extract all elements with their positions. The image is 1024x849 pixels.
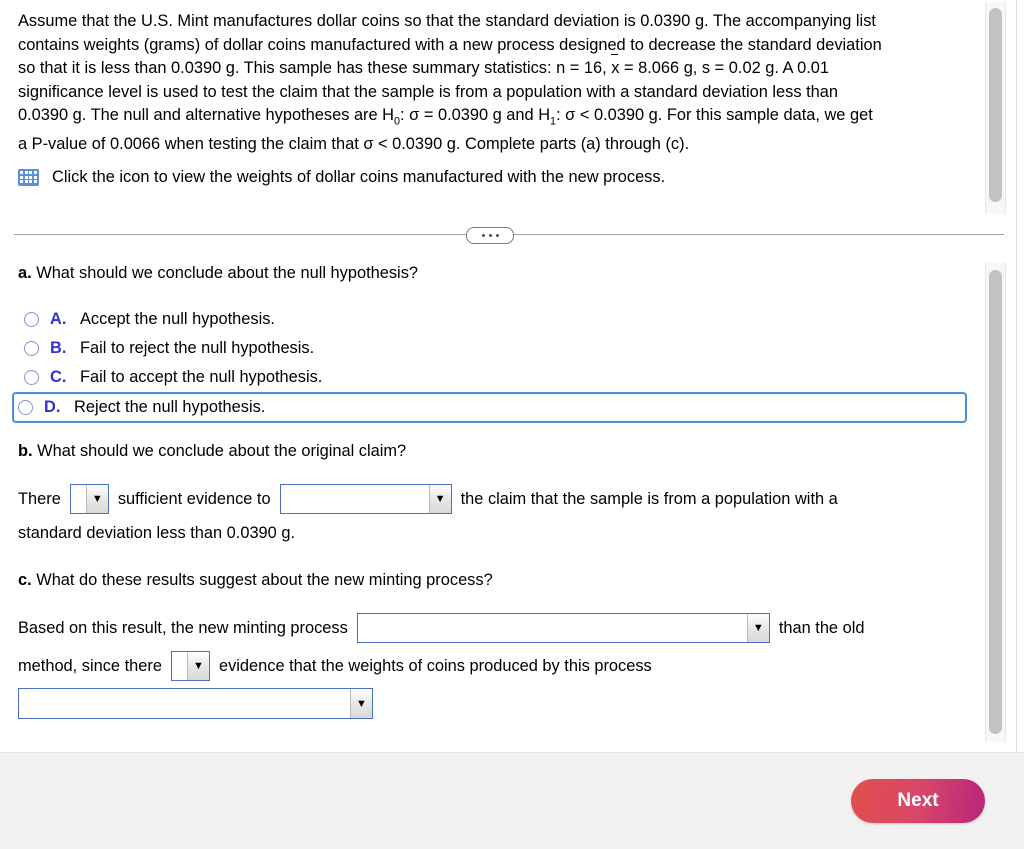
part-b-answer-row: There ▼ sufficient evidence to ▼ the cla… bbox=[18, 483, 978, 515]
choice-text-d: Reject the null hypothesis. bbox=[74, 398, 266, 416]
part-b-label: b. bbox=[18, 442, 33, 460]
stem-line-3-b: = 8.066 g, s = 0.02 g. A 0.01 bbox=[619, 59, 830, 78]
part-c-answer-row-3: ▼ bbox=[18, 688, 978, 719]
chevron-down-icon[interactable]: ▼ bbox=[746, 614, 769, 642]
part-b-dropdown-1[interactable]: ▼ bbox=[69, 484, 109, 514]
radio-icon-d[interactable] bbox=[18, 400, 33, 415]
choice-option-b[interactable]: B. Fail to reject the null hypothesis. bbox=[18, 334, 978, 363]
stem-line-5-a: 0.0390 g. The null and alternative hypot… bbox=[18, 106, 395, 125]
part-a-choice-list: A. Accept the null hypothesis. B. Fail t… bbox=[12, 305, 978, 423]
part-b-text-there: There bbox=[18, 489, 61, 508]
radio-icon-b[interactable] bbox=[24, 341, 39, 356]
part-c-label: c. bbox=[18, 571, 32, 589]
part-c-text-method-since: method, since there bbox=[18, 656, 162, 675]
scrollbar-problem-statement[interactable] bbox=[985, 2, 1006, 214]
scrollbar-thumb[interactable] bbox=[989, 270, 1002, 734]
part-c-answer-row-1: Based on this result, the new minting pr… bbox=[18, 612, 978, 644]
part-c-question: c. What do these results suggest about t… bbox=[18, 569, 978, 592]
choice-text-a: Accept the null hypothesis. bbox=[80, 310, 275, 328]
chevron-down-icon[interactable]: ▼ bbox=[186, 652, 209, 680]
part-a-label: a. bbox=[18, 264, 32, 282]
part-c-text-evidence: evidence that the weights of coins produ… bbox=[218, 656, 652, 675]
choice-text-b: Fail to reject the null hypothesis. bbox=[80, 339, 315, 357]
choice-letter-d: D. bbox=[44, 398, 61, 416]
part-c-text-based: Based on this result, the new minting pr… bbox=[18, 618, 348, 637]
problem-statement: Assume that the U.S. Mint manufactures d… bbox=[18, 10, 976, 189]
part-b-dropdown-2[interactable]: ▼ bbox=[279, 484, 452, 514]
stem-line-6: a P-value of 0.0066 when testing the cla… bbox=[18, 134, 690, 153]
choice-option-c[interactable]: C. Fail to accept the null hypothesis. bbox=[18, 363, 978, 392]
stem-line-4: significance level is used to test the c… bbox=[18, 82, 838, 101]
chevron-down-icon[interactable]: ▼ bbox=[85, 485, 108, 513]
stem-line-3: so that it is less than 0.0390 g. This s… bbox=[18, 54, 976, 81]
radio-icon-c[interactable] bbox=[24, 370, 39, 385]
data-table-link-label[interactable]: Click the icon to view the weights of do… bbox=[52, 166, 665, 190]
part-a-question-text: What should we conclude about the null h… bbox=[31, 264, 419, 282]
part-b-dropdown-2-value[interactable] bbox=[280, 485, 429, 513]
chevron-down-icon[interactable]: ▼ bbox=[350, 689, 372, 718]
choice-option-a[interactable]: A. Accept the null hypothesis. bbox=[18, 305, 978, 334]
dot-3 bbox=[495, 234, 499, 237]
part-c-answer-row-2: method, since there ▼ evidence that the … bbox=[18, 650, 978, 682]
part-b-text-claim: the claim that the sample is from a popu… bbox=[460, 489, 838, 508]
footer-bar: Next bbox=[0, 752, 1024, 849]
scrollbar-answer-area[interactable] bbox=[985, 262, 1006, 742]
next-button[interactable]: Next bbox=[851, 779, 985, 823]
part-c-dropdown-2[interactable]: ▼ bbox=[170, 651, 210, 681]
part-a-question: a. What should we conclude about the nul… bbox=[18, 262, 978, 285]
part-b-question-text: What should we conclude about the origin… bbox=[32, 442, 407, 460]
answer-area: a. What should we conclude about the nul… bbox=[12, 262, 978, 719]
data-table-link-row[interactable]: Click the icon to view the weights of do… bbox=[18, 166, 976, 190]
part-c-dropdown-1[interactable]: ▼ bbox=[356, 613, 770, 643]
stem-line-5: 0.0390 g. The null and alternative hypot… bbox=[18, 104, 976, 128]
stem-line-5-c: : σ < 0.0390 g. For this sample data, we… bbox=[556, 106, 873, 125]
choice-text-c: Fail to accept the null hypothesis. bbox=[80, 368, 323, 386]
part-b-text-sufficient: sufficient evidence to bbox=[117, 489, 271, 508]
choice-option-d[interactable]: D. Reject the null hypothesis. bbox=[12, 392, 967, 423]
table-grid-icon[interactable] bbox=[18, 168, 39, 186]
choice-letter-c: C. bbox=[50, 368, 67, 386]
part-c-dropdown-3-value[interactable] bbox=[19, 689, 350, 718]
stem-line-5-b: : σ = 0.0390 g and H bbox=[400, 106, 551, 125]
stem-line-2: contains weights (grams) of dollar coins… bbox=[18, 35, 882, 54]
part-c-dropdown-1-value[interactable] bbox=[357, 614, 747, 642]
chevron-down-icon[interactable]: ▼ bbox=[428, 485, 451, 513]
radio-icon-a[interactable] bbox=[24, 312, 39, 327]
choice-letter-b: B. bbox=[50, 339, 67, 357]
part-c-text-than-old: than the old bbox=[778, 618, 865, 637]
part-c-question-text: What do these results suggest about the … bbox=[31, 571, 493, 589]
stem-line-1: Assume that the U.S. Mint manufactures d… bbox=[18, 12, 876, 30]
stem-line-3-a: so that it is less than 0.0390 g. This s… bbox=[18, 59, 612, 78]
choice-letter-a: A. bbox=[50, 310, 67, 328]
part-b-answer-row-2: standard deviation less than 0.0390 g. bbox=[18, 524, 296, 542]
dot-2 bbox=[488, 234, 492, 237]
part-b-dropdown-1-value[interactable] bbox=[70, 485, 86, 513]
x-bar-symbol: x bbox=[611, 54, 619, 81]
scrollbar-thumb[interactable] bbox=[989, 8, 1002, 202]
part-c-dropdown-3[interactable]: ▼ bbox=[18, 688, 373, 719]
part-b-question: b. What should we conclude about the ori… bbox=[18, 440, 978, 463]
part-c-dropdown-2-value[interactable] bbox=[171, 652, 187, 680]
expand-dots-button[interactable] bbox=[466, 227, 514, 244]
page-right-edge bbox=[1016, 0, 1017, 752]
dot-1 bbox=[481, 234, 485, 237]
